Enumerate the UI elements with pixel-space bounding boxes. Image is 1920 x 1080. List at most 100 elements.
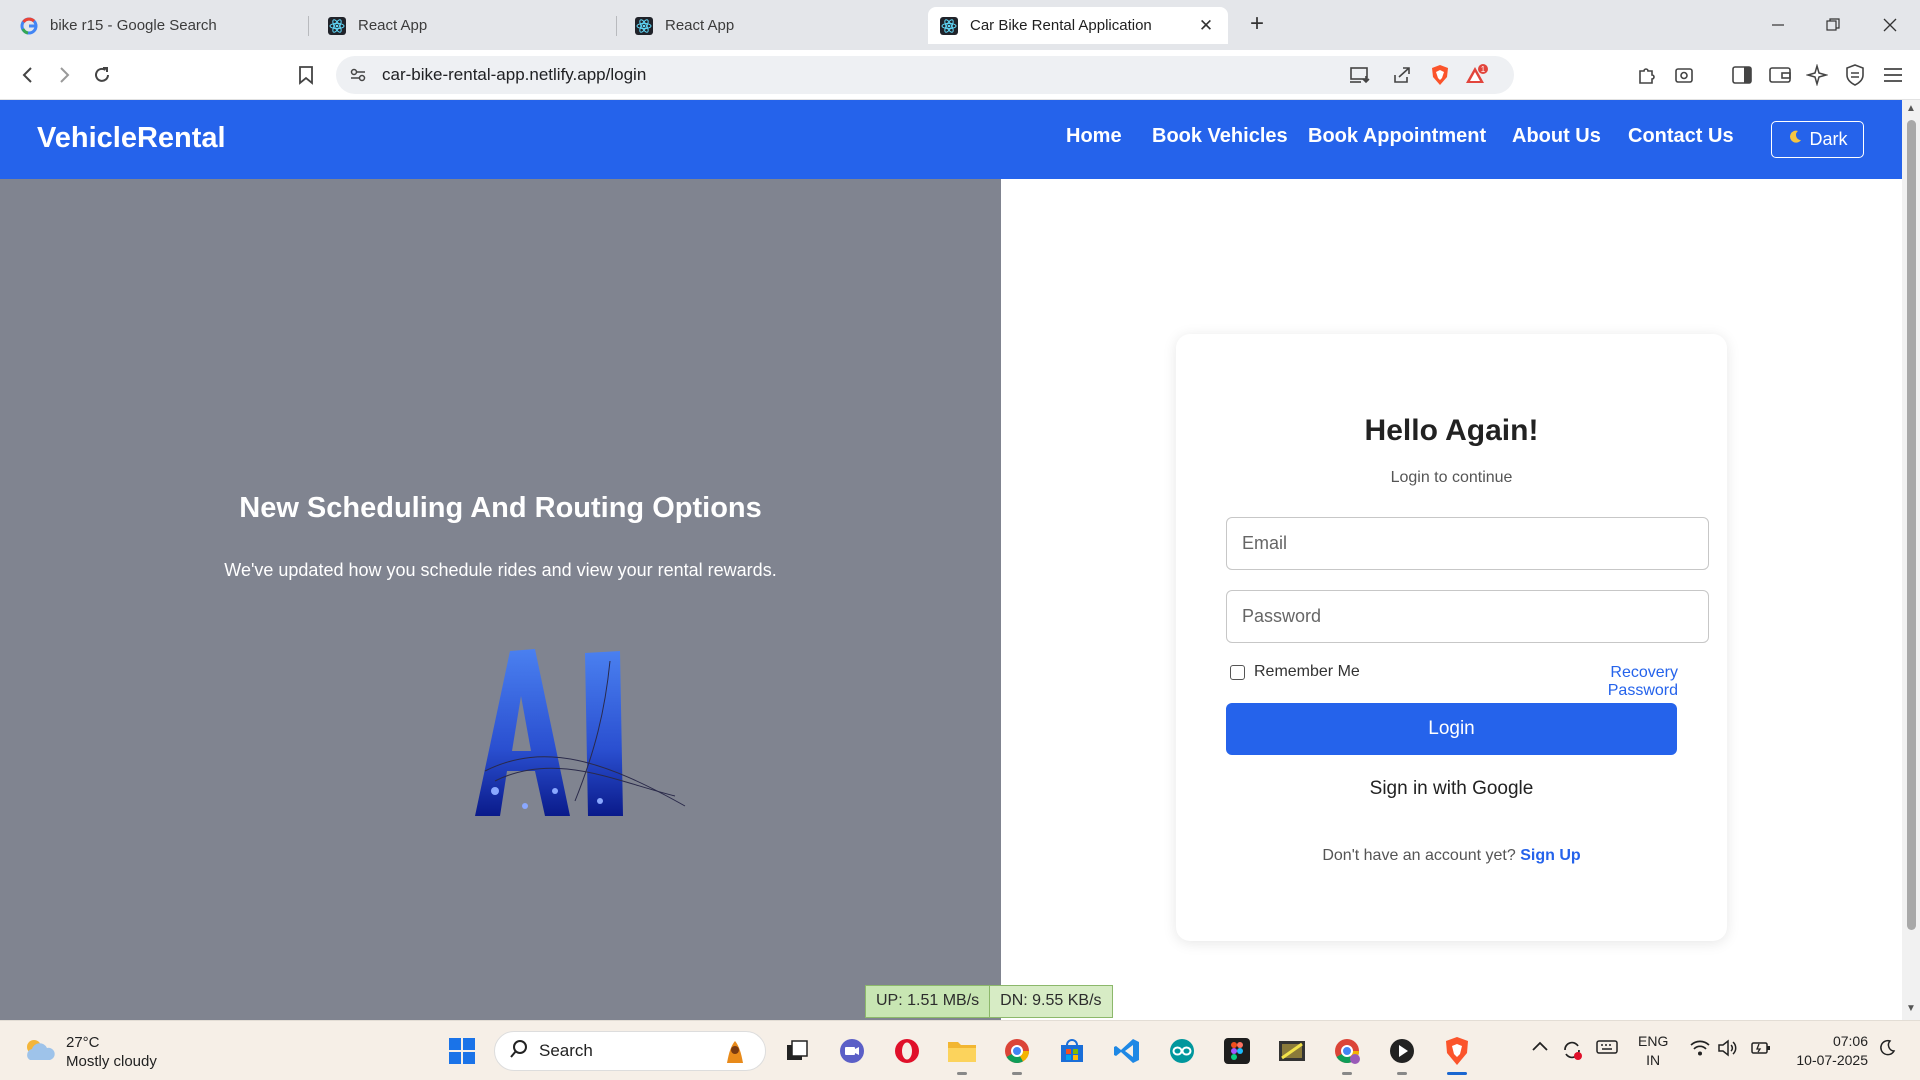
browser-tab-active[interactable]: Car Bike Rental Application ✕ (928, 7, 1228, 44)
region-code: IN (1646, 1052, 1661, 1068)
url-text[interactable]: car-bike-rental-app.netlify.app/login (382, 65, 646, 85)
nav-link-book-appointment[interactable]: Book Appointment (1308, 125, 1486, 148)
login-button[interactable]: Login (1226, 703, 1677, 755)
brave-rewards-icon[interactable]: 1 (1465, 63, 1489, 87)
search-icon (509, 1039, 529, 1064)
brave-shields-icon[interactable] (1428, 63, 1452, 87)
nav-link-home[interactable]: Home (1066, 125, 1122, 148)
clock-time: 07:06 (1832, 1033, 1868, 1049)
tab-separator (616, 16, 617, 36)
promo-title: New Scheduling And Routing Options (239, 492, 762, 524)
close-tab-icon[interactable]: ✕ (1196, 16, 1216, 36)
leo-ai-icon[interactable] (1803, 61, 1831, 89)
microsoft-store-icon[interactable] (1056, 1035, 1088, 1067)
app-running-indicator (957, 1072, 967, 1075)
app-running-indicator (1012, 1072, 1022, 1075)
email-field[interactable] (1226, 517, 1709, 570)
password-field[interactable] (1226, 590, 1709, 643)
site-settings-icon[interactable] (346, 63, 370, 87)
back-arrow-icon[interactable] (14, 61, 42, 89)
opera-icon[interactable] (891, 1035, 923, 1067)
search-label: Search (539, 1041, 593, 1060)
weather-temperature: 27°C (66, 1034, 100, 1051)
cloudy-weather-icon (22, 1036, 56, 1069)
language-code: ENG (1638, 1033, 1669, 1049)
restore-window-icon[interactable] (1818, 10, 1848, 40)
menu-hamburger-icon[interactable] (1879, 61, 1907, 89)
vscode-icon[interactable] (1111, 1035, 1143, 1067)
arduino-icon[interactable] (1166, 1035, 1198, 1067)
signup-prompt-text: Don't have an account yet? (1322, 847, 1516, 864)
scroll-down-arrow-icon[interactable]: ▼ (1905, 1003, 1917, 1015)
nav-link-about-us[interactable]: About Us (1512, 125, 1601, 148)
recovery-password-link[interactable]: Recovery Password (1541, 664, 1678, 700)
remember-me-label: Remember Me (1254, 663, 1360, 680)
browser-tab[interactable]: React App (316, 7, 616, 44)
browser-tab[interactable]: React App (623, 7, 923, 44)
sync-icon[interactable] (1561, 1039, 1583, 1065)
browser-tab[interactable]: bike r15 - Google Search (8, 7, 308, 44)
close-window-icon[interactable] (1875, 10, 1905, 40)
login-card: Hello Again! Login to continue Remember … (1176, 334, 1727, 941)
tab-title: bike r15 - Google Search (50, 17, 217, 34)
file-explorer-icon[interactable] (946, 1035, 978, 1067)
app-running-indicator (1342, 1072, 1352, 1075)
windows-start-icon[interactable] (446, 1035, 478, 1067)
tab-title: React App (665, 17, 735, 34)
chrome-icon[interactable] (1001, 1035, 1033, 1067)
nav-link-contact-us[interactable]: Contact Us (1628, 125, 1734, 148)
signup-link[interactable]: Sign Up (1520, 847, 1580, 864)
dark-mode-label: Dark (1809, 129, 1848, 149)
brand-logo[interactable]: VehicleRental (37, 122, 226, 155)
dark-mode-toggle-button[interactable]: Dark (1771, 121, 1864, 158)
reload-icon[interactable] (88, 61, 116, 89)
brave-browser-icon[interactable] (1441, 1035, 1473, 1067)
windows-taskbar: 27°C Mostly cloudy Search ENG IN 07:06 1… (0, 1020, 1920, 1080)
wifi-icon[interactable] (1689, 1039, 1711, 1061)
language-indicator[interactable]: ENG IN (1638, 1032, 1668, 1070)
login-section: Hello Again! Login to continue Remember … (1001, 179, 1902, 1020)
scrollbar-thumb[interactable] (1907, 120, 1916, 930)
system-clock[interactable]: 07:06 10-07-2025 (1788, 1032, 1868, 1070)
nav-link-book-vehicles[interactable]: Book Vehicles (1152, 125, 1288, 148)
figma-icon[interactable] (1221, 1035, 1253, 1067)
show-hidden-icons-chevron-icon[interactable] (1531, 1039, 1549, 1057)
remember-me[interactable]: Remember Me (1230, 663, 1360, 681)
moon-icon (1787, 129, 1803, 150)
chrome-profile-icon[interactable] (1331, 1035, 1363, 1067)
share-icon[interactable] (1390, 63, 1414, 87)
battery-icon[interactable] (1750, 1039, 1772, 1061)
wallet-icon[interactable] (1766, 61, 1794, 89)
install-app-icon[interactable] (1348, 63, 1372, 87)
remember-me-checkbox[interactable] (1230, 664, 1245, 680)
promo-subtitle: We've updated how you schedule rides and… (224, 560, 777, 580)
sidebar-icon[interactable] (1728, 61, 1756, 89)
scroll-up-arrow-icon[interactable]: ▲ (1905, 103, 1917, 115)
page-scrollbar[interactable]: ▲ ▼ (1902, 100, 1920, 1020)
google-signin-button[interactable]: Sign in with Google (1226, 766, 1677, 812)
extensions-icon[interactable] (1633, 61, 1661, 89)
bookmark-icon[interactable] (292, 61, 320, 89)
promo-panel: New Scheduling And Routing Options We've… (0, 179, 1001, 1020)
taskbar-search[interactable]: Search (494, 1031, 766, 1071)
keyboard-icon[interactable] (1596, 1039, 1618, 1059)
ai-art-text: AI (455, 631, 457, 632)
media-player-icon[interactable] (1386, 1035, 1418, 1067)
react-icon (635, 16, 653, 35)
volume-icon[interactable] (1717, 1039, 1739, 1061)
weather-widget[interactable]: 27°C Mostly cloudy (22, 1033, 157, 1071)
notifications-moon-icon[interactable] (1878, 1039, 1896, 1061)
app-navbar: VehicleRental Home Book Vehicles Book Ap… (0, 100, 1902, 179)
forward-arrow-icon[interactable] (50, 61, 78, 89)
minimize-icon[interactable] (1763, 10, 1793, 40)
meet-app-icon[interactable] (836, 1035, 868, 1067)
tab-title: React App (358, 17, 428, 34)
browser-toolbar: car-bike-rental-app.netlify.app/login 1 (0, 50, 1920, 100)
screenshot-icon[interactable] (1670, 61, 1698, 89)
vpn-shield-icon[interactable] (1841, 61, 1869, 89)
cheat-engine-icon[interactable] (1276, 1035, 1308, 1067)
address-bar[interactable]: car-bike-rental-app.netlify.app/login 1 (336, 56, 1514, 94)
new-tab-plus-icon[interactable]: + (1245, 11, 1269, 37)
task-view-icon[interactable] (781, 1035, 813, 1067)
google-icon (20, 17, 38, 35)
